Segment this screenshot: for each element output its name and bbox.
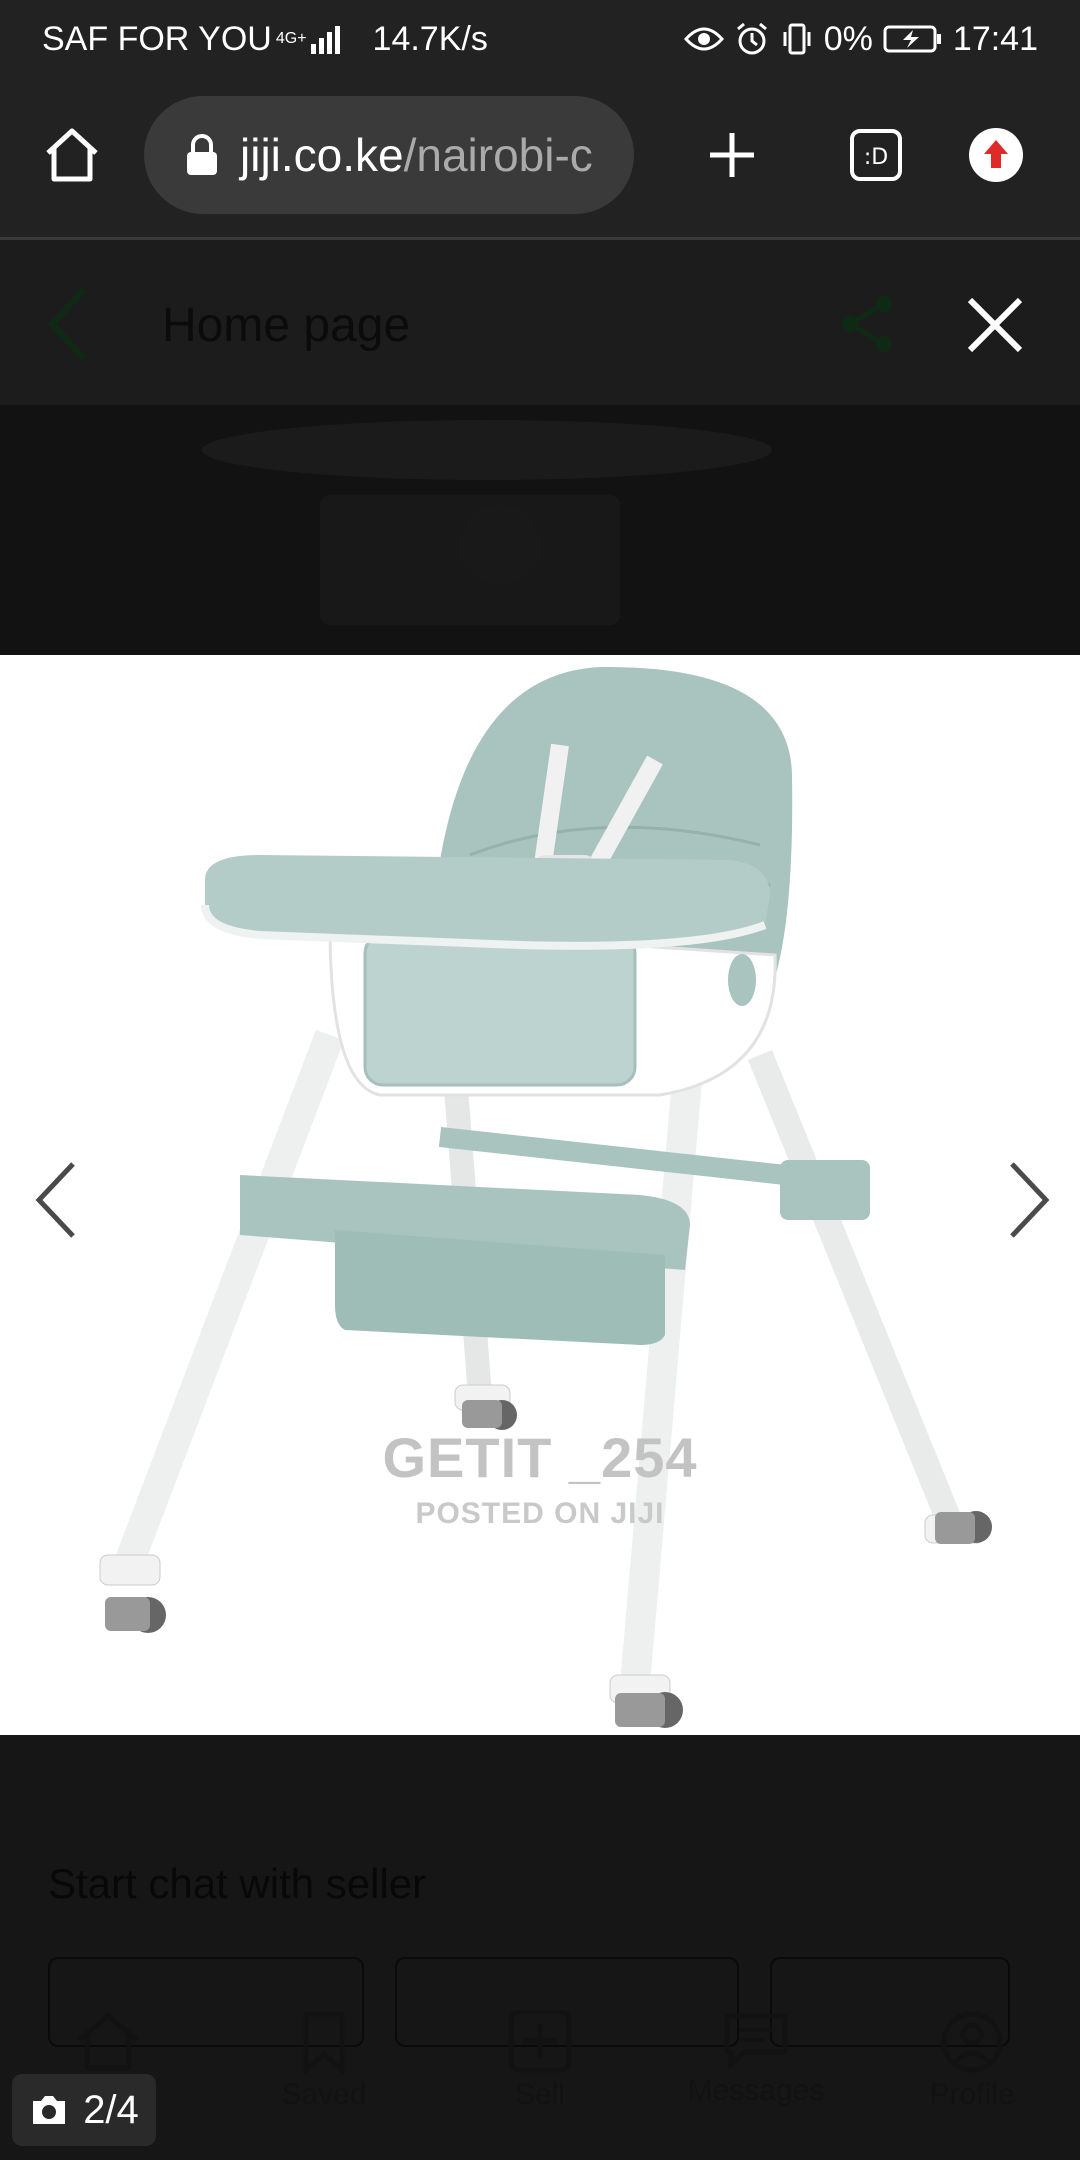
tab-sell: Sell (432, 2010, 648, 2160)
plus-square-icon (508, 2010, 572, 2073)
back-arrow-icon (47, 287, 87, 361)
browser-toolbar: jiji.co.ke/nairobi-c :D (0, 78, 1080, 240)
watermark-seller: GETIT _254 (382, 1426, 698, 1489)
previous-image-button[interactable] (25, 1150, 85, 1250)
tab-messages: Messages (648, 2010, 864, 2160)
image-counter: 2/4 (12, 2074, 156, 2146)
tab-saved-label: Saved (281, 2078, 367, 2111)
svg-text::D: :D (864, 145, 888, 170)
tab-saved: Saved (216, 2010, 432, 2160)
page-header: Home page (0, 240, 1080, 405)
close-gallery-button[interactable] (960, 290, 1030, 360)
bottom-nav: Saved Sell Messages Profile (0, 2010, 1080, 2160)
status-bar: SAF FOR YOU 4G+ 14.7K/s 0% 17:41 (0, 0, 1080, 78)
upload-arrow-icon (969, 128, 1023, 182)
share-icon (842, 296, 892, 352)
vibrate-icon (783, 23, 811, 55)
tab-messages-label: Messages (687, 2074, 825, 2107)
new-tab-button[interactable] (700, 114, 764, 196)
url-host: jiji.co.ke (240, 129, 404, 181)
image-counter-text: 2/4 (83, 2087, 139, 2132)
carrier-name: SAF FOR YOU (42, 19, 272, 58)
watermark-posted: POSTED ON JIJI (415, 1497, 665, 1530)
chair-silhouette (202, 420, 772, 625)
tabs-button[interactable]: :D (842, 114, 910, 196)
start-chat-heading: Start chat with seller (48, 1860, 427, 1907)
profile-icon (941, 2011, 1003, 2073)
battery-percent: 0% (823, 19, 873, 58)
page-title: Home page (162, 299, 411, 352)
battery-charging-icon (883, 25, 941, 53)
alarm-icon (736, 22, 767, 55)
clock: 17:41 (952, 19, 1038, 58)
chat-icon (724, 2013, 788, 2070)
home-button[interactable] (36, 114, 108, 196)
update-button[interactable] (962, 116, 1030, 194)
bookmark-icon (303, 2011, 345, 2074)
background-image-preview (0, 405, 1080, 655)
tab-profile: Profile (864, 2010, 1080, 2160)
address-bar[interactable]: jiji.co.ke/nairobi-c (144, 96, 634, 214)
network-type: 4G+ (275, 30, 307, 47)
camera-icon (33, 2096, 66, 2124)
home-icon (77, 2012, 139, 2071)
signal-icon (310, 26, 340, 54)
home-icon (46, 128, 98, 182)
tab-profile-label: Profile (929, 2078, 1015, 2111)
network-speed: 14.7K/s (372, 19, 488, 58)
gallery-image[interactable]: GETIT _254 POSTED ON JIJI (0, 655, 1080, 1735)
next-image-button[interactable] (1000, 1150, 1060, 1250)
url-text: jiji.co.ke/nairobi-c (240, 128, 593, 182)
lock-icon (187, 134, 217, 175)
high-chair-image (99, 666, 992, 1728)
url-path: /nairobi-c (403, 129, 593, 181)
tab-sell-label: Sell (514, 2078, 566, 2111)
tabs-icon: :D (850, 129, 902, 181)
plus-icon (710, 133, 754, 177)
eye-icon (683, 27, 724, 51)
